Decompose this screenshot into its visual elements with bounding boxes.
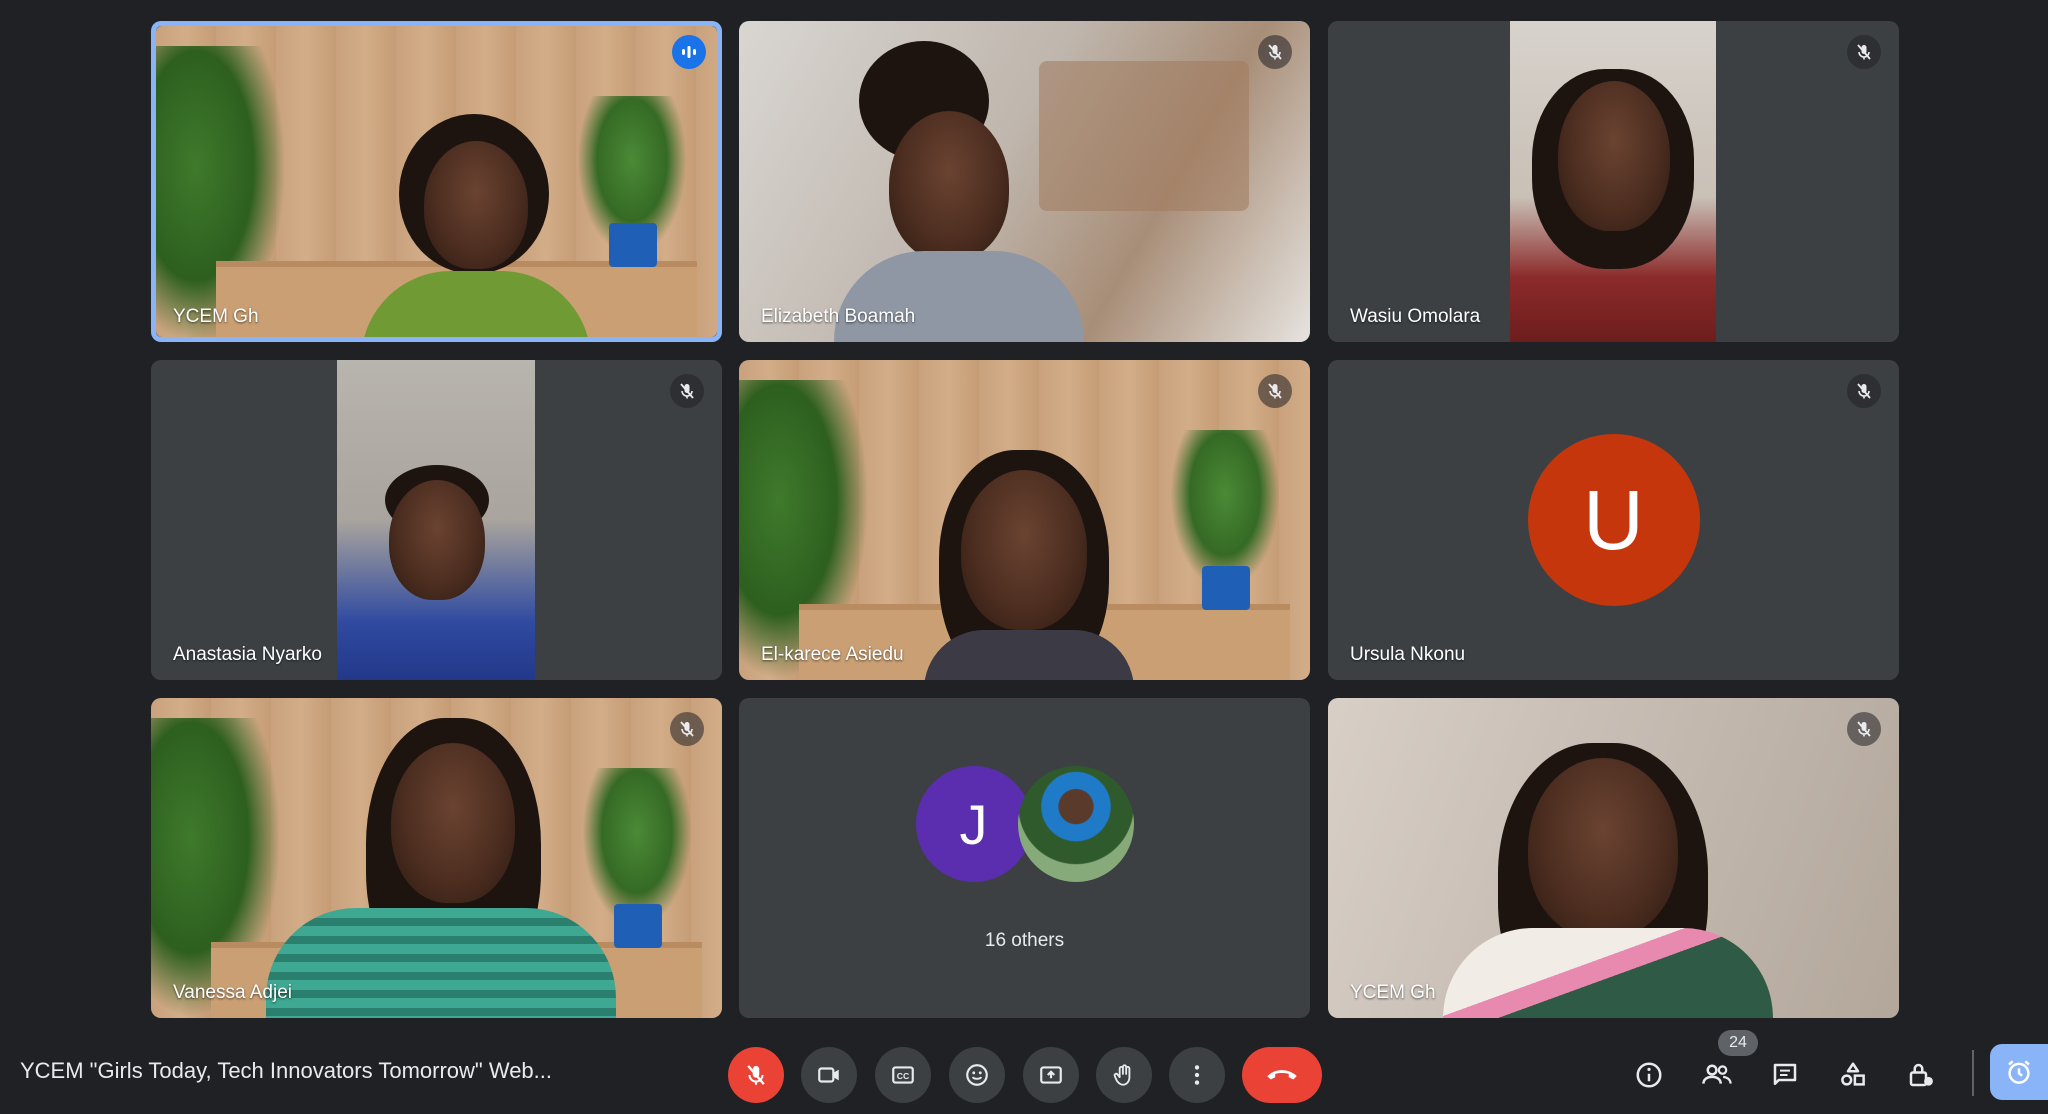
participant-tile[interactable]: Elizabeth Boamah — [739, 21, 1310, 342]
participant-name: El-karece Asiedu — [761, 644, 904, 665]
video-feed — [151, 360, 722, 680]
speaking-indicator-icon — [672, 35, 706, 69]
mic-off-icon — [1847, 35, 1881, 69]
mic-off-icon — [670, 374, 704, 408]
participant-tile[interactable]: El-karece Asiedu — [739, 360, 1310, 680]
participant-name: Wasiu Omolara — [1350, 306, 1481, 327]
lock-person-icon — [1906, 1060, 1936, 1090]
people-button[interactable] — [1692, 1050, 1742, 1100]
timer-button[interactable] — [1990, 1044, 2048, 1100]
mic-off-icon — [1847, 712, 1881, 746]
videocam-icon — [816, 1062, 842, 1088]
leave-call-button[interactable] — [1242, 1047, 1322, 1103]
participant-grid: YCEM Gh Elizabeth Boamah Wasiu Omolara A… — [0, 0, 2048, 1030]
mic-off-icon — [1847, 374, 1881, 408]
others-tile[interactable]: J 16 others — [739, 698, 1310, 1018]
participant-name: Ursula Nkonu — [1350, 644, 1466, 665]
info-icon — [1634, 1060, 1664, 1090]
raise-hand-button[interactable] — [1096, 1047, 1152, 1103]
svg-text:CC: CC — [897, 1071, 910, 1081]
mic-off-icon — [1258, 35, 1292, 69]
avatar-photo — [1017, 766, 1134, 882]
people-count-badge: 24 — [1718, 1030, 1758, 1056]
mic-off-icon — [743, 1062, 769, 1088]
video-feed — [1328, 698, 1899, 1018]
captions-button[interactable]: CC — [875, 1047, 931, 1103]
video-feed — [739, 21, 1310, 342]
participant-name: Elizabeth Boamah — [761, 306, 916, 327]
end-call-icon — [1265, 1062, 1299, 1088]
emoji-icon — [964, 1062, 990, 1088]
participant-name: Vanessa Adjei — [173, 982, 293, 1003]
chat-button[interactable] — [1760, 1050, 1810, 1100]
participant-name: YCEM Gh — [1350, 982, 1436, 1003]
video-feed — [156, 26, 717, 337]
meeting-title: YCEM "Girls Today, Tech Innovators Tomor… — [20, 1058, 553, 1083]
participant-tile[interactable]: U Ursula Nkonu — [1328, 360, 1899, 680]
toggle-camera-button[interactable] — [801, 1047, 857, 1103]
divider — [1972, 1050, 1974, 1096]
alarm-clock-icon — [2004, 1057, 2034, 1087]
participant-tile[interactable]: Anastasia Nyarko — [151, 360, 722, 680]
shapes-icon — [1838, 1060, 1868, 1090]
participant-name: YCEM Gh — [173, 306, 259, 327]
mic-off-icon — [670, 712, 704, 746]
present-screen-icon — [1038, 1062, 1064, 1088]
video-feed — [739, 360, 1310, 680]
mic-off-icon — [1258, 374, 1292, 408]
participant-tile[interactable]: Wasiu Omolara — [1328, 21, 1899, 342]
emoji-reactions-button[interactable] — [949, 1047, 1005, 1103]
others-avatars: J — [739, 766, 1310, 882]
video-feed — [151, 698, 722, 1018]
toggle-mic-button[interactable] — [728, 1047, 784, 1103]
video-feed — [1328, 21, 1899, 342]
participant-tile[interactable]: YCEM Gh — [1328, 698, 1899, 1018]
participant-tile[interactable]: YCEM Gh — [151, 21, 722, 342]
present-screen-button[interactable] — [1023, 1047, 1079, 1103]
closed-captions-icon: CC — [890, 1062, 916, 1088]
people-icon — [1701, 1060, 1733, 1090]
more-options-icon — [1184, 1062, 1210, 1088]
others-count-label: 16 others — [984, 930, 1065, 951]
participant-tile[interactable]: Vanessa Adjei — [151, 698, 722, 1018]
participant-name: Anastasia Nyarko — [173, 644, 322, 665]
activities-button[interactable] — [1828, 1050, 1878, 1100]
host-controls-button[interactable] — [1896, 1050, 1946, 1100]
avatar: U — [1527, 434, 1700, 606]
more-options-button[interactable] — [1169, 1047, 1225, 1103]
meeting-details-button[interactable] — [1624, 1050, 1674, 1100]
avatar: J — [915, 766, 1032, 882]
chat-icon — [1770, 1060, 1800, 1090]
raise-hand-icon — [1111, 1062, 1137, 1088]
